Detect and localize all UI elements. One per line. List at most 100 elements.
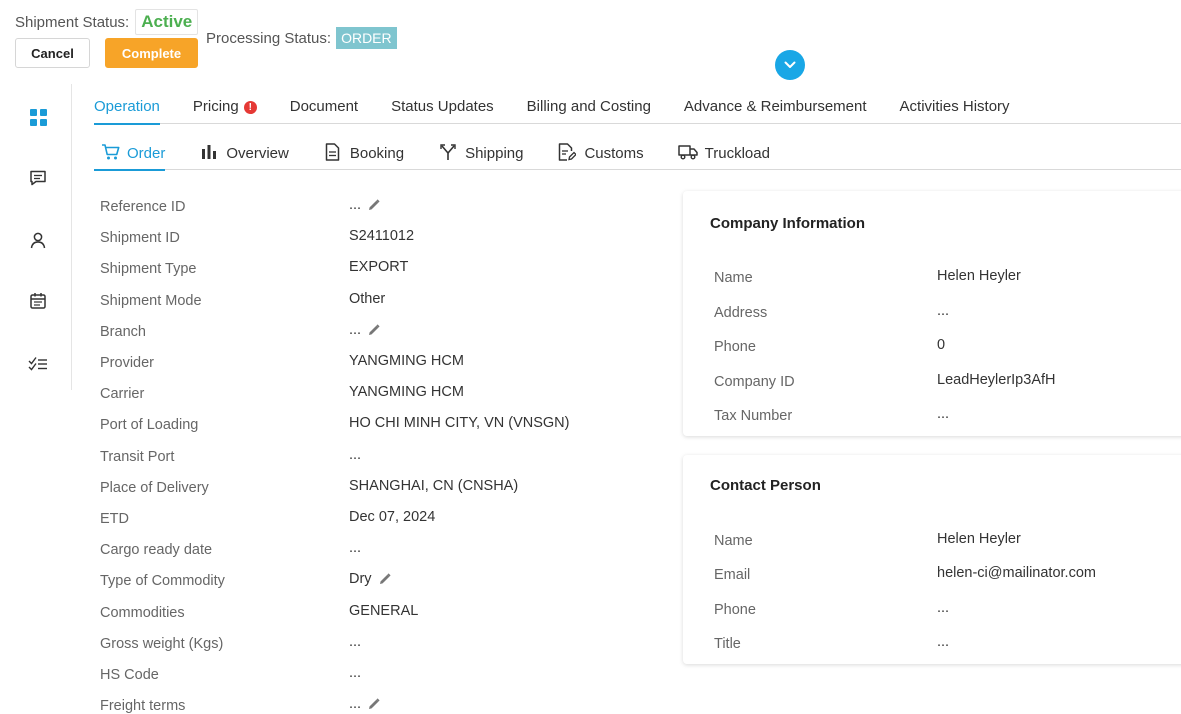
card-label: Email bbox=[714, 567, 751, 583]
complete-button[interactable]: Complete bbox=[105, 38, 198, 68]
card-label: Address bbox=[714, 305, 768, 321]
expand-toggle-button[interactable] bbox=[775, 50, 805, 80]
field-label: ETD bbox=[100, 511, 129, 527]
field-value: ... bbox=[349, 322, 362, 338]
card-value: helen-ci@mailinator.com bbox=[937, 565, 1096, 581]
left-sidebar bbox=[0, 84, 72, 390]
tab-billing-and-costing[interactable]: Billing and Costing bbox=[527, 97, 651, 124]
field-label: Gross weight (Kgs) bbox=[100, 636, 224, 652]
pencil-icon[interactable] bbox=[368, 324, 380, 336]
tab-activities-history[interactable]: Activities History bbox=[900, 97, 1010, 124]
processing-status-badge: ORDER bbox=[336, 27, 397, 49]
field-label: Commodities bbox=[100, 605, 185, 621]
field-label: Type of Commodity bbox=[100, 573, 225, 589]
subtab-shipping[interactable]: Shipping bbox=[438, 141, 523, 170]
tab-operation[interactable]: Operation bbox=[94, 97, 160, 125]
field-value: S2411012 bbox=[349, 228, 415, 244]
user-icon[interactable] bbox=[27, 229, 49, 251]
card-value: 0 bbox=[937, 337, 946, 353]
field-hs-code: HS Code ... bbox=[100, 665, 660, 687]
fork-icon bbox=[438, 142, 458, 162]
pencil-icon[interactable] bbox=[368, 199, 380, 211]
subtab-customs[interactable]: Customs bbox=[557, 141, 644, 170]
subtab-overview-label: Overview bbox=[226, 145, 289, 162]
card-label: Name bbox=[714, 533, 753, 549]
field-transit-port: Transit Port ... bbox=[100, 447, 660, 469]
card-value: ... bbox=[937, 634, 950, 650]
field-value: Other bbox=[349, 291, 386, 307]
card-label: Name bbox=[714, 270, 753, 286]
field-label: Shipment ID bbox=[100, 230, 180, 246]
cancel-button[interactable]: Cancel bbox=[15, 38, 90, 68]
contact-person-card: Contact Person Name Helen Heyler Email h… bbox=[683, 455, 1181, 664]
field-value: ... bbox=[349, 447, 362, 463]
subtab-truckload[interactable]: Truckload bbox=[677, 141, 770, 170]
field-value: GENERAL bbox=[349, 603, 419, 619]
processing-status: Processing Status: ORDER bbox=[206, 27, 397, 49]
card-title: Contact Person bbox=[710, 477, 821, 494]
card-title: Company Information bbox=[710, 215, 866, 232]
field-place-of-delivery: Place of Delivery SHANGHAI, CN (CNSHA) bbox=[100, 478, 660, 500]
field-value: HO CHI MINH CITY, VN (VNSGN) bbox=[349, 415, 570, 431]
calendar-icon[interactable] bbox=[27, 290, 49, 312]
field-shipment-mode: Shipment Mode Other bbox=[100, 291, 660, 313]
sub-tabs: Order Overview Booking Shipping Customs … bbox=[94, 141, 1181, 171]
alert-icon: ! bbox=[243, 101, 257, 114]
dashboard-icon[interactable] bbox=[27, 106, 49, 128]
subtab-booking[interactable]: Booking bbox=[323, 141, 404, 170]
field-label: Reference ID bbox=[100, 199, 186, 215]
field-label: Branch bbox=[100, 324, 146, 340]
field-label: Provider bbox=[100, 355, 154, 371]
document-icon bbox=[323, 142, 343, 162]
field-label: Shipment Type bbox=[100, 261, 197, 277]
field-type-of-commodity: Type of Commodity Dry bbox=[100, 571, 660, 593]
field-label: Transit Port bbox=[100, 449, 175, 465]
field-gross-weight: Gross weight (Kgs) ... bbox=[100, 634, 660, 656]
field-value: EXPORT bbox=[349, 259, 409, 275]
field-etd: ETD Dec 07, 2024 bbox=[100, 509, 660, 531]
field-label: Cargo ready date bbox=[100, 542, 213, 558]
field-value: ... bbox=[349, 197, 362, 213]
field-cargo-ready-date: Cargo ready date ... bbox=[100, 540, 660, 562]
card-value: ... bbox=[937, 303, 950, 319]
card-label: Title bbox=[714, 636, 741, 652]
subtab-order[interactable]: Order bbox=[94, 141, 166, 171]
shipment-status-label: Shipment Status: bbox=[15, 13, 130, 31]
field-value-wrap: Dry bbox=[349, 571, 391, 587]
field-value-wrap: ... bbox=[349, 197, 380, 213]
field-value-wrap: ... bbox=[349, 322, 380, 338]
field-value: ... bbox=[349, 540, 362, 556]
field-label: Carrier bbox=[100, 386, 145, 402]
field-value: SHANGHAI, CN (CNSHA) bbox=[349, 478, 519, 494]
card-label: Tax Number bbox=[714, 408, 793, 424]
card-value: Helen Heyler bbox=[937, 531, 1021, 547]
field-value: Dec 07, 2024 bbox=[349, 509, 436, 525]
card-value: Helen Heyler bbox=[937, 268, 1021, 284]
field-value: YANGMING HCM bbox=[349, 384, 464, 400]
field-value: YANGMING HCM bbox=[349, 353, 464, 369]
tab-pricing-label: Pricing bbox=[192, 98, 239, 115]
field-port-of-loading: Port of Loading HO CHI MINH CITY, VN (VN… bbox=[100, 415, 660, 437]
tab-document[interactable]: Document bbox=[290, 97, 358, 124]
field-value: ... bbox=[349, 696, 362, 712]
card-value: ... bbox=[937, 406, 950, 422]
field-label: Shipment Mode bbox=[100, 293, 202, 309]
checklist-icon[interactable] bbox=[27, 352, 49, 374]
chevron-down-icon bbox=[784, 61, 796, 69]
company-information-card: Company Information Name Helen Heyler Ad… bbox=[683, 191, 1181, 436]
card-value: ... bbox=[937, 600, 950, 616]
tab-status-updates[interactable]: Status Updates bbox=[391, 97, 494, 124]
field-freight-terms: Freight terms ... bbox=[100, 696, 660, 714]
card-label: Phone bbox=[714, 602, 756, 618]
field-commodities: Commodities GENERAL bbox=[100, 603, 660, 625]
tab-advance-reimbursement[interactable]: Advance & Reimbursement bbox=[684, 97, 867, 124]
comment-icon[interactable] bbox=[27, 167, 49, 189]
bar-chart-icon bbox=[199, 142, 219, 162]
field-label: HS Code bbox=[100, 667, 159, 683]
processing-status-label: Processing Status: bbox=[206, 29, 332, 47]
tab-pricing[interactable]: Pricing! bbox=[193, 97, 257, 124]
pencil-icon[interactable] bbox=[368, 698, 380, 710]
subtab-overview[interactable]: Overview bbox=[199, 141, 289, 170]
pencil-icon[interactable] bbox=[379, 573, 391, 585]
field-branch: Branch ... bbox=[100, 322, 660, 344]
